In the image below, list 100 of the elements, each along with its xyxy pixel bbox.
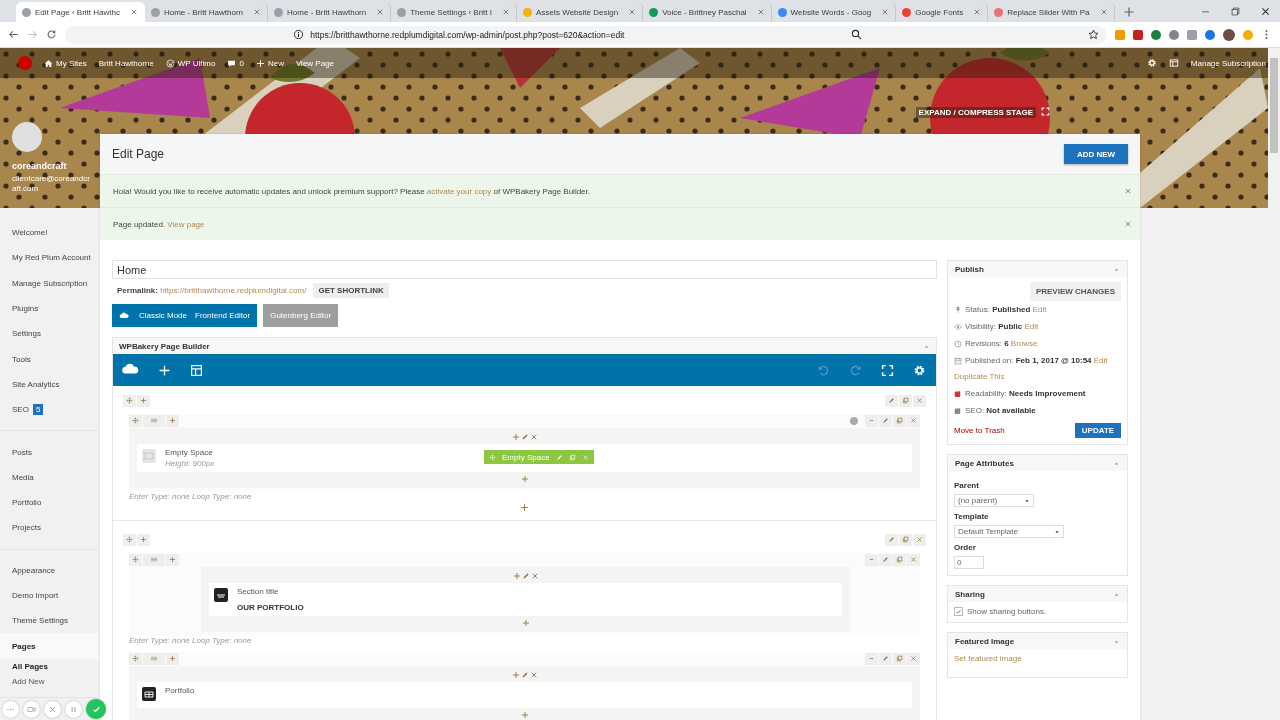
camera-button[interactable] — [23, 700, 40, 718]
edit-button[interactable] — [879, 652, 892, 665]
delete-button[interactable] — [907, 553, 920, 566]
reload-icon[interactable] — [46, 29, 57, 40]
submenu-item[interactable]: All Pages — [0, 658, 98, 674]
expand-icon[interactable] — [1041, 107, 1050, 116]
plus-icon[interactable] — [521, 619, 530, 627]
drag-handle[interactable] — [143, 652, 165, 665]
close-icon[interactable] — [129, 8, 138, 16]
close-icon[interactable] — [628, 8, 637, 16]
plus-icon[interactable] — [512, 572, 521, 580]
admin-bar-link[interactable]: Manage Subscription — [1190, 58, 1266, 68]
sidebar-item[interactable]: Plugins — [0, 295, 98, 322]
forward-icon[interactable] — [27, 29, 38, 40]
admin-bar-link[interactable]: Britt Hawthorne — [98, 58, 154, 68]
sidebar-item[interactable]: My Red Plum Account — [0, 245, 98, 271]
close-icon[interactable] — [530, 572, 539, 580]
sidebar-item[interactable]: Manage Subscription — [0, 270, 98, 296]
clone-button[interactable] — [893, 414, 906, 427]
clone-button[interactable] — [899, 533, 912, 546]
sidebar-item[interactable]: Media — [0, 464, 98, 490]
add-column-button[interactable] — [166, 652, 179, 665]
element-card[interactable]: Empty Space Height: 900px Empty Space — [137, 444, 912, 472]
pencil-icon[interactable] — [521, 572, 530, 580]
star-icon[interactable] — [1087, 29, 1099, 40]
element-card[interactable]: Portfolio — [137, 682, 912, 708]
sidebar-item[interactable]: Portfolio — [0, 489, 98, 516]
add-column-button[interactable] — [137, 394, 150, 407]
profile-avatar[interactable] — [1223, 28, 1235, 41]
sidebar-item[interactable]: Projects — [0, 515, 98, 541]
move-handle[interactable] — [129, 553, 142, 566]
admin-bar-link[interactable]: WP Ultimo — [165, 58, 216, 68]
parent-select[interactable]: (no parent) — [954, 494, 1034, 507]
settings-icon[interactable] — [913, 363, 926, 377]
delete-button[interactable] — [907, 414, 920, 427]
settings-icon[interactable] — [1146, 58, 1157, 68]
close-icon[interactable] — [376, 8, 385, 16]
add-column-button[interactable] — [166, 414, 179, 427]
sidebar-item[interactable]: Demo Import — [0, 582, 98, 609]
update-button[interactable]: UPDATE — [1075, 423, 1121, 438]
sidebar-item[interactable]: Appearance — [0, 557, 98, 583]
edit-button[interactable] — [879, 414, 892, 427]
close-icon[interactable] — [881, 8, 890, 16]
admin-bar-link[interactable]: 0 — [227, 58, 244, 68]
pencil-icon[interactable] — [520, 671, 529, 679]
submenu-item[interactable]: Add New — [0, 673, 98, 689]
title-field[interactable]: Home — [112, 260, 937, 279]
shortlink-button[interactable]: GET SHORTLINK — [313, 283, 389, 298]
finish-button[interactable] — [86, 699, 106, 719]
add-row-icon[interactable] — [520, 503, 529, 512]
plus-icon[interactable] — [520, 711, 529, 719]
pencil-icon[interactable] — [520, 433, 529, 441]
preview-button[interactable]: PREVIEW CHANGES — [1029, 282, 1121, 301]
close-icon[interactable] — [1099, 8, 1108, 16]
move-handle[interactable] — [129, 652, 142, 665]
extension-icon[interactable] — [1169, 29, 1179, 40]
delete-button[interactable] — [913, 394, 926, 407]
move-handle[interactable] — [123, 533, 136, 546]
browser-tab[interactable]: Edit Page ‹ Britt Hawthc — [16, 2, 145, 22]
add-element-icon[interactable] — [158, 363, 171, 377]
admin-bar-link[interactable]: View Page — [295, 58, 335, 68]
plus-icon[interactable] — [520, 475, 529, 483]
sidebar-item[interactable]: SEO 5 — [0, 397, 98, 423]
stage-toggle-text[interactable]: EXPAND / COMPRESS STAGE — [915, 107, 1036, 118]
sidebar-item[interactable]: Posts — [0, 439, 98, 465]
sidebar-item[interactable]: Pages — [0, 633, 98, 659]
edit-button[interactable] — [879, 553, 892, 566]
order-field[interactable]: 0 — [954, 556, 984, 569]
sidebar-item[interactable]: Settings — [0, 321, 98, 347]
extension-icon[interactable] — [1187, 29, 1197, 40]
close-icon[interactable] — [529, 671, 538, 679]
extension-icon[interactable] — [1133, 29, 1143, 40]
plus-icon[interactable] — [511, 671, 520, 679]
admin-bar-link[interactable]: My Sites — [44, 58, 87, 68]
dismiss-icon[interactable] — [1124, 220, 1132, 228]
move-handle[interactable] — [123, 394, 136, 407]
trash-link[interactable]: Move to Trash — [954, 426, 1005, 435]
clone-button[interactable] — [893, 652, 906, 665]
pencil-icon[interactable] — [555, 453, 563, 461]
sidebar-item[interactable]: Tools — [0, 346, 98, 372]
new-tab-icon[interactable] — [1122, 6, 1135, 18]
sidebar-item[interactable]: Welcome! — [0, 220, 98, 246]
close-icon[interactable] — [253, 8, 262, 16]
clone-button[interactable] — [893, 553, 906, 566]
template-select[interactable]: Default Template — [954, 525, 1064, 538]
back-icon[interactable] — [8, 29, 19, 40]
cancel-button[interactable] — [44, 700, 61, 718]
delete-button[interactable] — [907, 652, 920, 665]
address-bar[interactable]: https://britthawthorne.redplumdigital.com/wp-admin/post.php?post=620&action=edit — [65, 25, 1107, 44]
edit-button[interactable] — [885, 394, 898, 407]
add-column-button[interactable] — [166, 553, 179, 566]
extension-icon[interactable] — [1151, 29, 1161, 40]
add-column-button[interactable] — [137, 533, 150, 546]
fullscreen-icon[interactable] — [881, 363, 894, 377]
close-icon[interactable] — [502, 8, 510, 16]
close-icon[interactable] — [973, 8, 982, 16]
element-card[interactable]: Section title OUR PORTFOLIO — [209, 583, 842, 616]
sidebar-item[interactable]: Theme Settings — [0, 608, 98, 634]
edit-button[interactable] — [885, 533, 898, 546]
zoom-icon[interactable] — [850, 29, 862, 40]
